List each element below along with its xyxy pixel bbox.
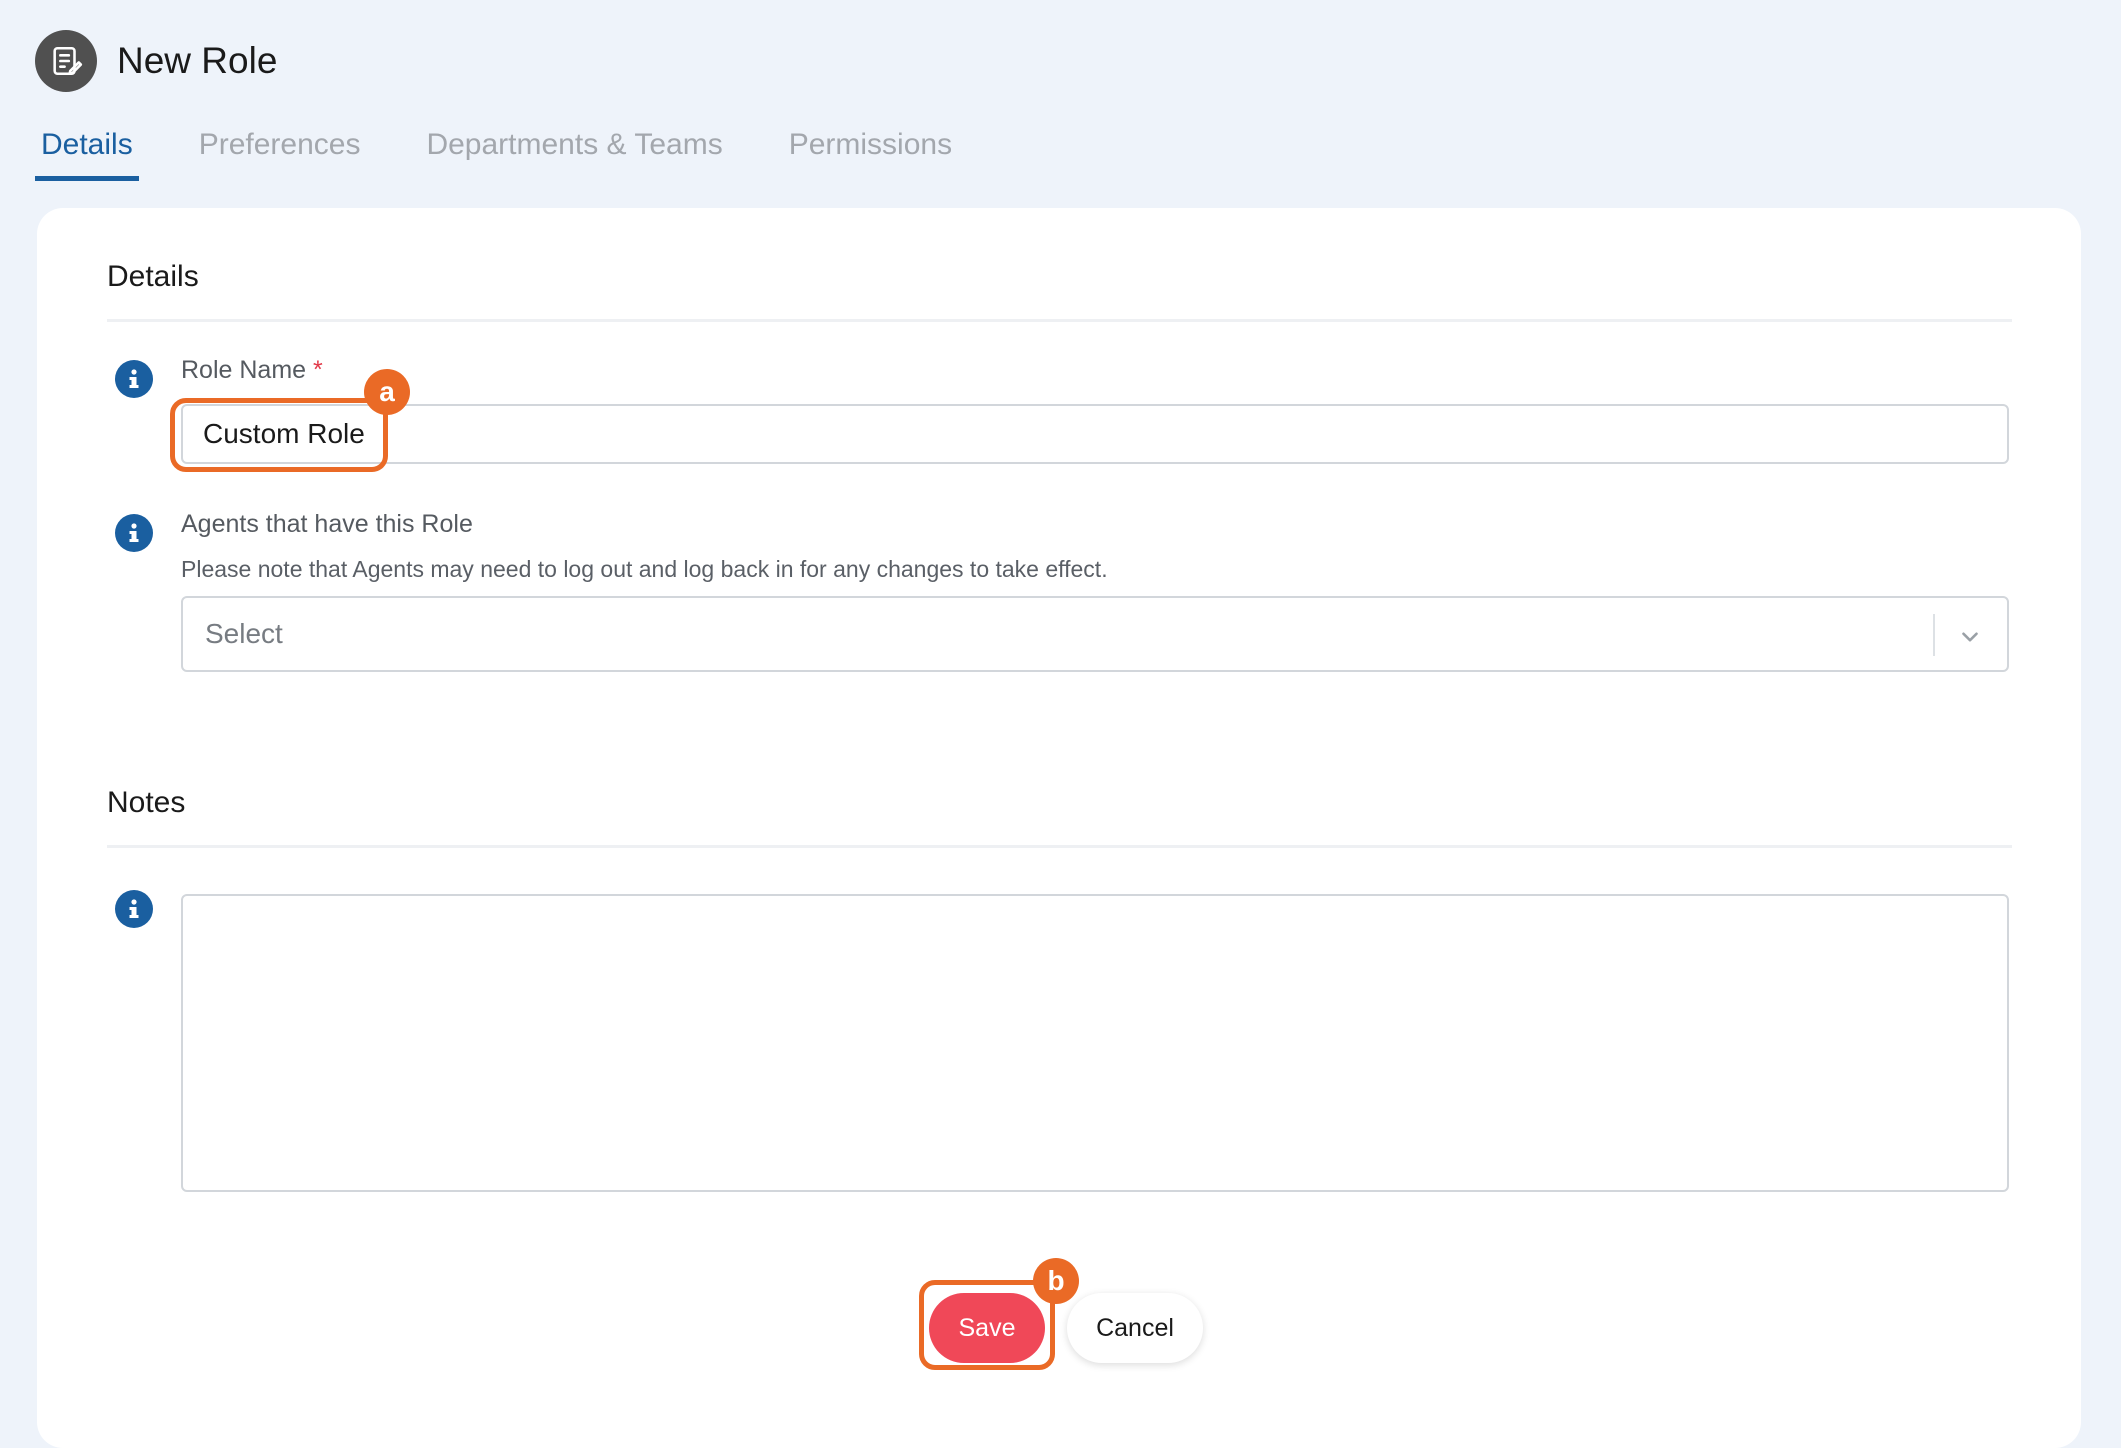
tab-details[interactable]: Details [35,120,139,181]
notes-info-icon[interactable] [115,890,153,928]
chevron-down-icon[interactable] [1957,624,1983,657]
role-form-card: Details Role Name * Agents that have thi… [37,208,2081,1448]
tab-permissions[interactable]: Permissions [783,120,958,181]
page-header: New Role [35,30,277,92]
callout-frame-a [170,398,388,472]
required-marker: * [313,356,323,384]
details-section-title: Details [107,260,199,293]
callout-frame-b [919,1280,1055,1370]
agents-hint: Please note that Agents may need to log … [181,556,1108,582]
agents-select-value: Select [205,618,283,649]
agents-select[interactable]: Select [181,596,2009,672]
page-title: New Role [117,40,278,81]
tab-preferences[interactable]: Preferences [193,120,367,181]
role-name-label-text: Role Name [181,356,307,384]
notes-textarea[interactable] [181,894,2009,1192]
role-name-input[interactable] [181,404,2009,464]
notes-divider [107,845,2012,848]
role-name-info-icon[interactable] [115,360,153,398]
agents-info-icon[interactable] [115,514,153,552]
tab-bar: Details Preferences Departments & Teams … [35,120,1012,181]
document-edit-icon [35,30,97,92]
details-divider [107,319,2012,322]
notes-section-title: Notes [107,786,186,819]
callout-badge-a: a [364,369,410,415]
callout-badge-b: b [1033,1258,1079,1304]
select-separator [1933,614,1935,656]
role-name-label: Role Name * [181,356,323,385]
cancel-button[interactable]: Cancel [1067,1293,1203,1363]
tab-departments-teams[interactable]: Departments & Teams [420,120,728,181]
agents-label: Agents that have this Role [181,510,473,538]
